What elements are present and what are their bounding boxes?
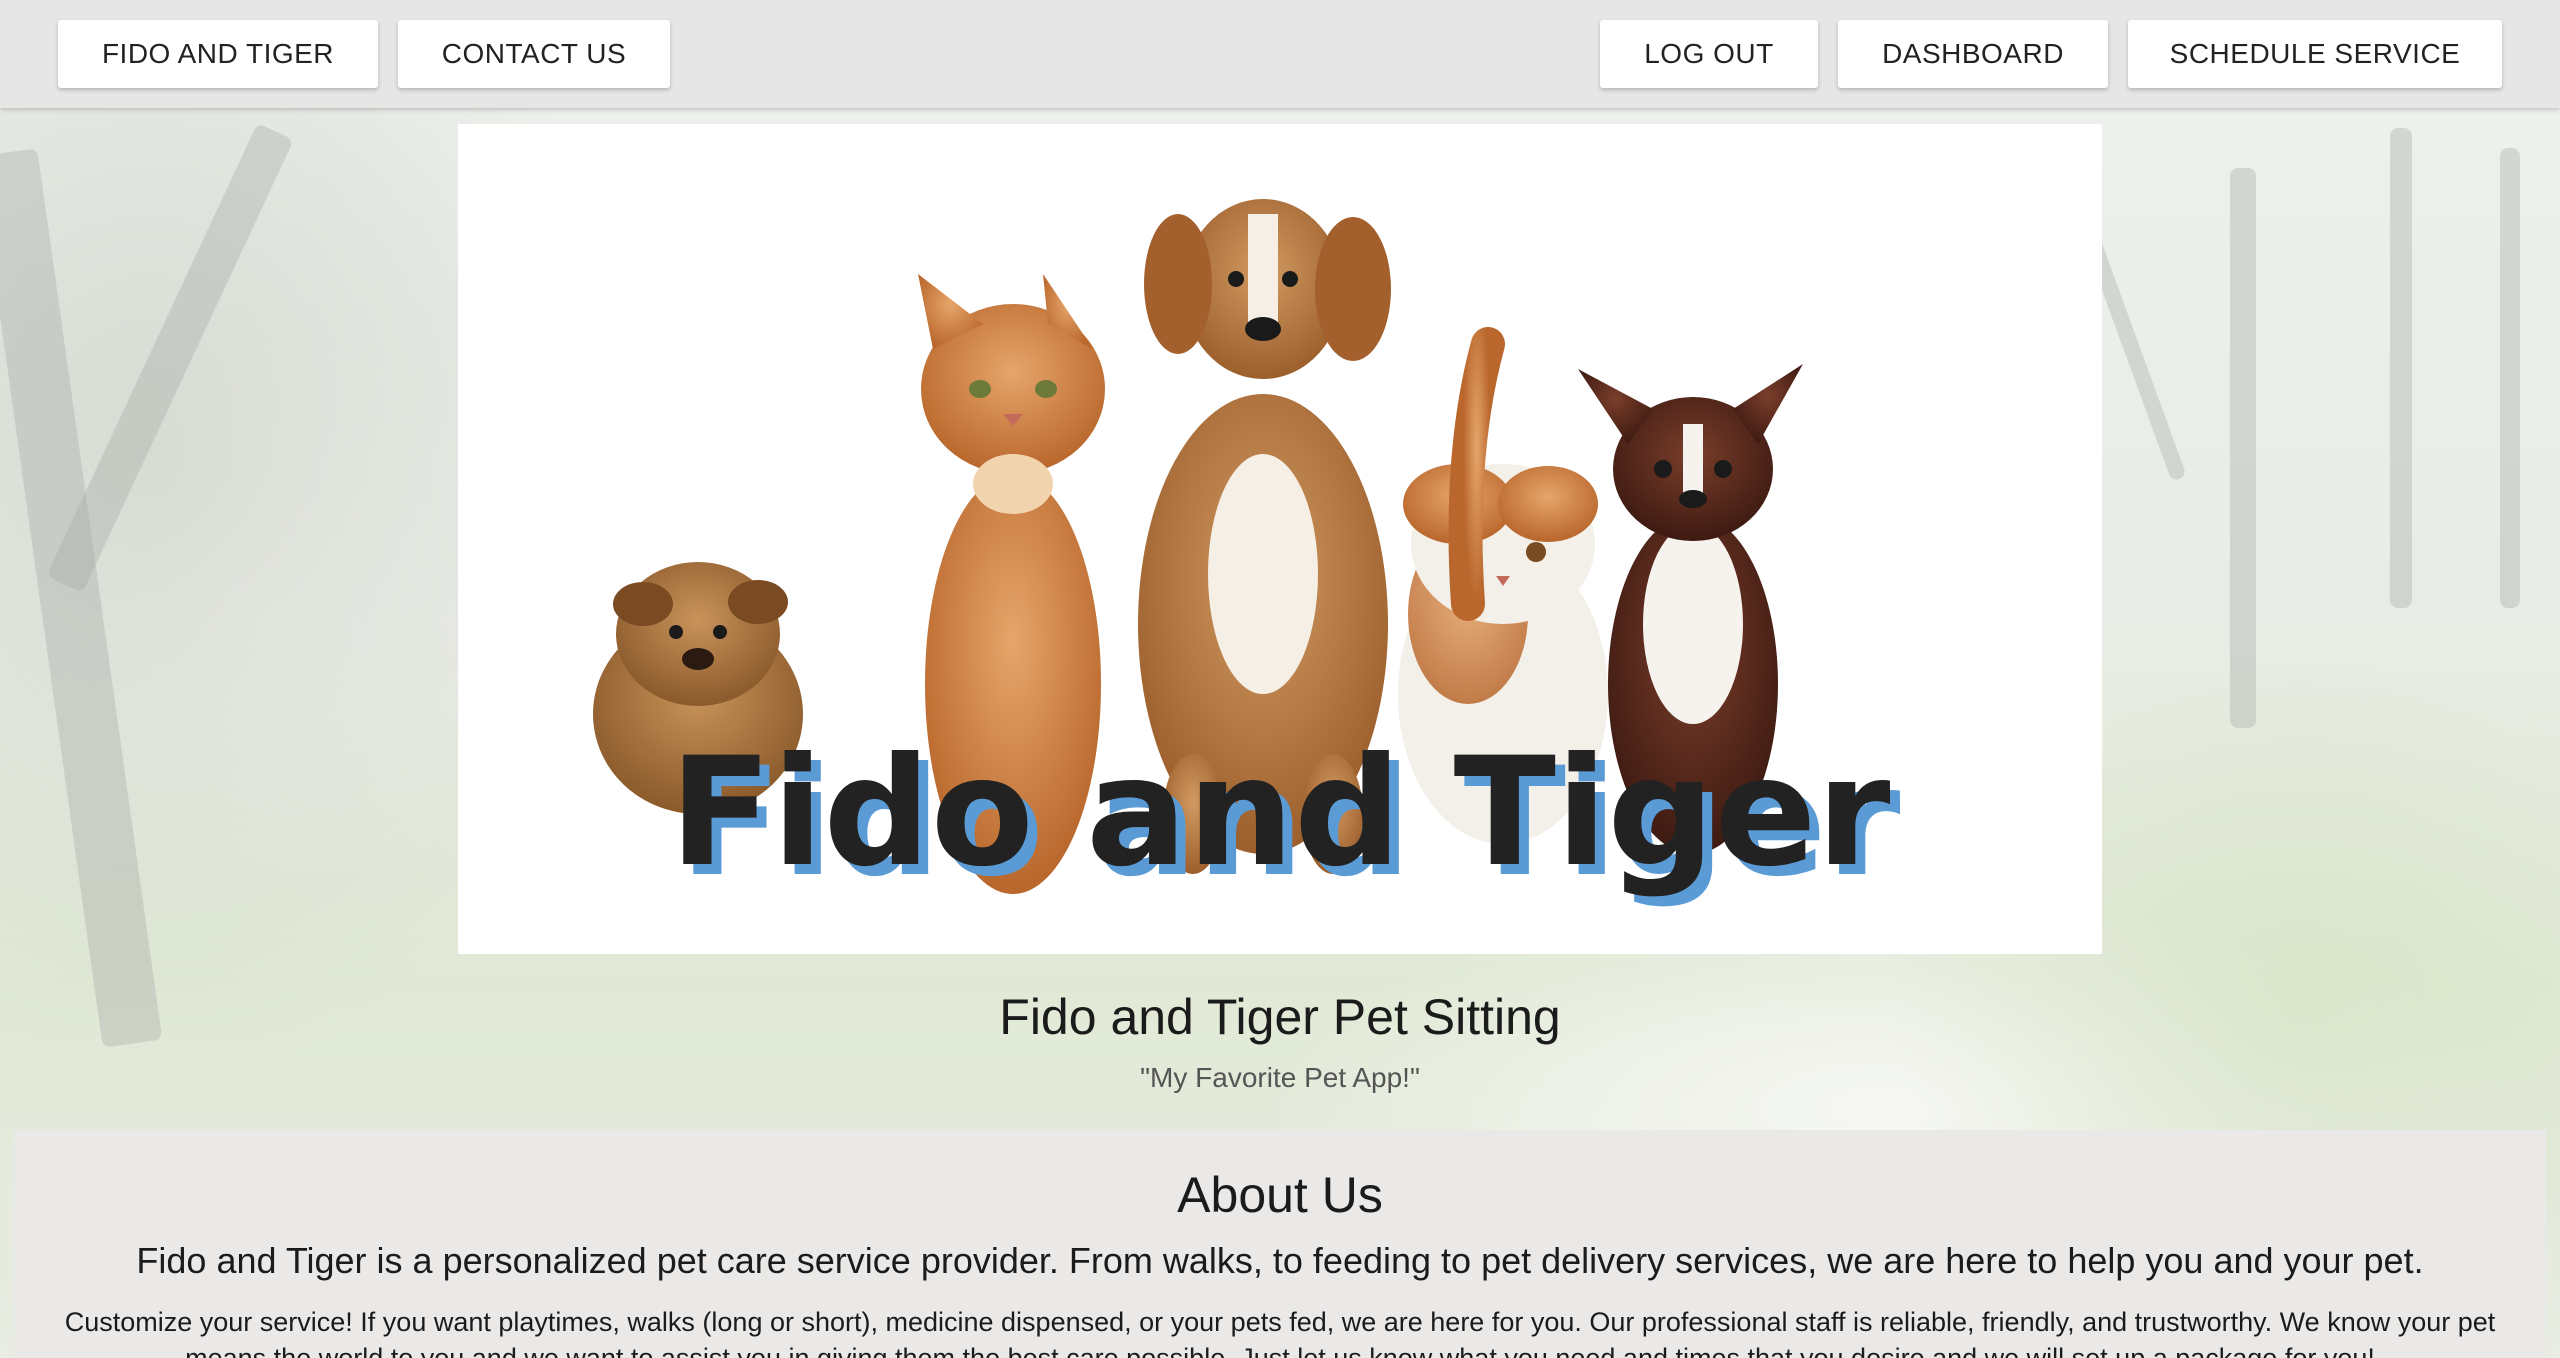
about-heading: About Us — [1177, 1167, 1383, 1223]
contact-us-button[interactable]: CONTACT US — [398, 20, 670, 88]
schedule-service-button[interactable]: SCHEDULE SERVICE — [2128, 20, 2502, 88]
about-lead-text: Fido and Tiger is a personalized pet car… — [136, 1240, 2424, 1281]
log-out-button[interactable]: LOG OUT — [1600, 20, 1818, 88]
logo-text: Fido and Tiger — [670, 726, 1891, 900]
top-nav-bar: FIDO AND TIGER CONTACT US LOG OUT DASHBO… — [0, 0, 2560, 108]
home-brand-button[interactable]: FIDO AND TIGER — [58, 20, 378, 88]
about-body-text: Customize your service! If you want play… — [64, 1307, 2496, 1358]
hero-banner: Fido and Tiger Fido and Tiger — [458, 124, 2102, 954]
pets-illustration: Fido and Tiger Fido and Tiger — [593, 199, 1900, 910]
site-tagline: "My Favorite Pet App!" — [1140, 1062, 1420, 1093]
dashboard-button[interactable]: DASHBOARD — [1838, 20, 2108, 88]
about-us-section: About Us Fido and Tiger is a personalize… — [14, 1130, 2546, 1358]
site-title: Fido and Tiger Pet Sitting — [999, 989, 1561, 1045]
